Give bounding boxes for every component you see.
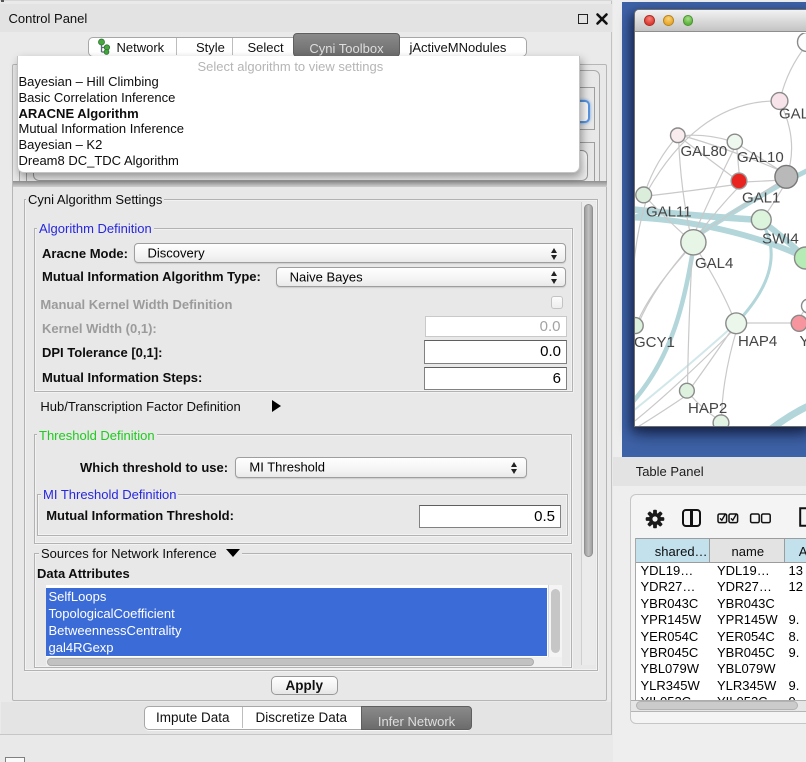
svg-text:GAL80: GAL80 xyxy=(680,143,727,160)
svg-text:GAL2: GAL2 xyxy=(779,106,806,123)
svg-text:HAP4: HAP4 xyxy=(738,333,777,350)
svg-text:GAL10: GAL10 xyxy=(737,149,784,166)
svg-text:SWI4: SWI4 xyxy=(762,231,799,248)
svg-text:GCY1: GCY1 xyxy=(635,334,675,351)
svg-text:Y: Y xyxy=(799,333,806,350)
svg-text:GAL1: GAL1 xyxy=(742,190,780,207)
svg-text:GAL4: GAL4 xyxy=(695,255,733,272)
svg-text:HAP2: HAP2 xyxy=(688,400,727,417)
svg-text:GAL11: GAL11 xyxy=(646,204,692,221)
